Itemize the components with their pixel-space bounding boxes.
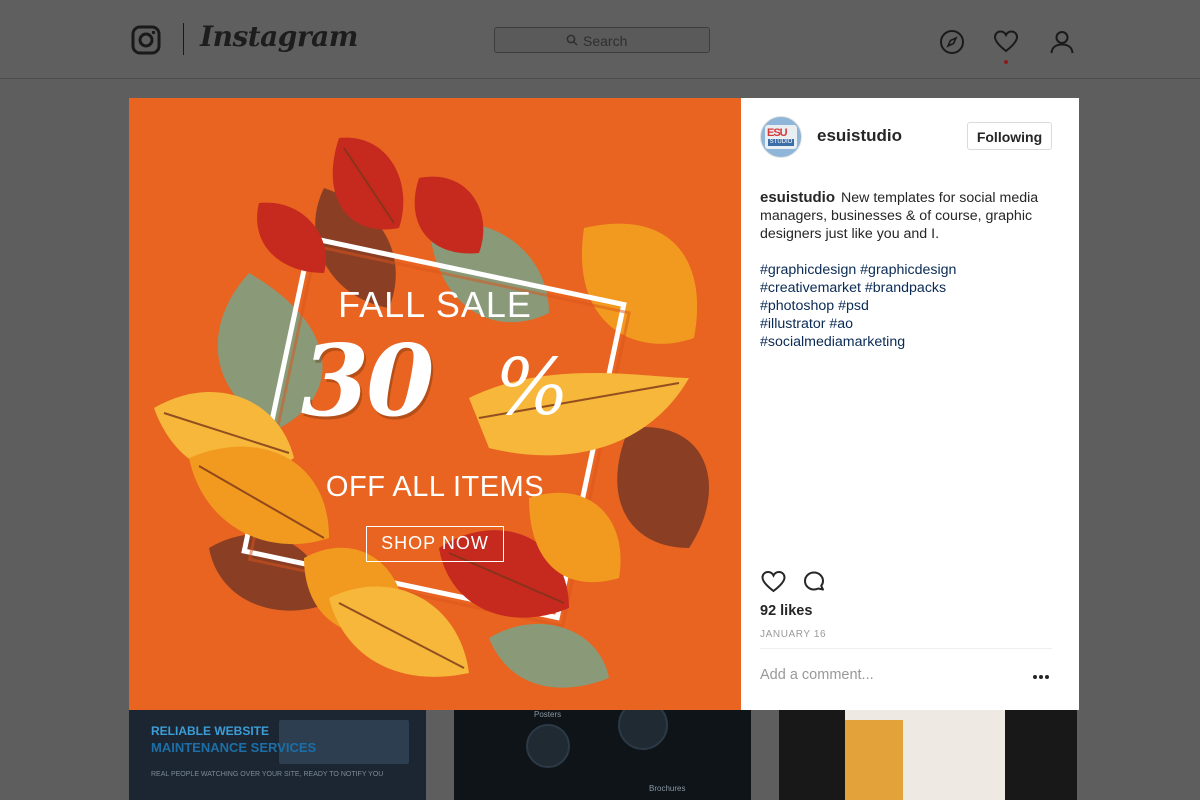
likes-count[interactable]: 92 likes [760,603,812,619]
profile-user-icon[interactable] [1049,29,1075,55]
hashtag-line[interactable]: #creativemarket #brandpacks [760,279,1060,297]
avatar-logo: ESU STUDIO [765,125,797,149]
caption-username[interactable]: esuistudio [760,189,835,206]
add-comment-input[interactable]: Add a comment... [760,667,874,683]
post-caption: esuistudio New templates for social media… [760,189,1060,243]
logo-divider [183,23,184,55]
thumbnail-title: RELIABLE WEBSITE [151,724,270,738]
grid-thumbnail-posters[interactable]: Posters Brochures [454,710,751,800]
heart-activity-icon[interactable] [993,29,1019,55]
post-image[interactable]: FALL SALE 30 % OFF ALL ITEMS SHOP NOW [129,98,741,710]
thumbnail-label: Posters [534,710,562,719]
thumbnail-label: Brochures [649,784,686,793]
search-placeholder: Search [583,33,628,49]
grid-thumbnail-resume[interactable] [779,710,1077,800]
autumn-leaves-illustration [154,137,709,688]
post-date: JANUARY 16 [760,629,827,640]
hashtag-line[interactable]: #photoshop #psd [760,297,1060,315]
notification-dot [1004,60,1008,64]
top-navbar: Instagram Search [0,0,1200,79]
search-input[interactable]: Search [494,27,710,53]
avatar-logo-subtext: STUDIO [768,139,794,146]
thumbnail-heading: MAINTENANCE SERVICES [151,740,317,755]
poster-headline: FALL SALE [338,284,532,325]
comment-icon[interactable] [802,570,826,594]
hashtag-line[interactable]: #illustrator #ao [760,315,1060,333]
instagram-wordmark[interactable]: Instagram [200,20,358,53]
thumbnail-subtext: REAL PEOPLE WATCHING OVER YOUR SITE, REA… [151,771,384,778]
poster-subline: OFF ALL ITEMS [325,471,545,503]
like-heart-icon[interactable] [761,570,786,594]
hashtag-line[interactable]: #graphicdesign #graphicdesign [760,261,1060,279]
more-options-icon[interactable] [1033,675,1049,679]
post-details-panel: ESU STUDIO esuistudio Following esuistud… [741,98,1079,710]
avatar-logo-text: ESU [767,127,788,139]
instagram-logo-icon[interactable] [131,25,161,55]
poster-percent-sign: % [495,343,570,433]
poster-discount-number: 30 [301,324,434,439]
map-icon [618,710,668,750]
hashtag-line[interactable]: #socialmediamarketing [760,333,1060,351]
post-username[interactable]: esuistudio [817,126,902,146]
document-icon [526,724,570,768]
grid-thumbnail-website[interactable]: RELIABLE WEBSITE MAINTENANCE SERVICES RE… [129,710,426,800]
following-button[interactable]: Following [967,122,1052,150]
compass-explore-icon[interactable] [939,29,965,55]
poster-shop-now-button: SHOP NOW [366,526,504,562]
resume-sidebar-image [845,720,903,800]
avatar[interactable]: ESU STUDIO [760,116,802,158]
hashtag-list: #graphicdesign #graphicdesign #creativem… [760,261,1060,351]
divider [760,648,1052,649]
search-icon [566,34,578,46]
